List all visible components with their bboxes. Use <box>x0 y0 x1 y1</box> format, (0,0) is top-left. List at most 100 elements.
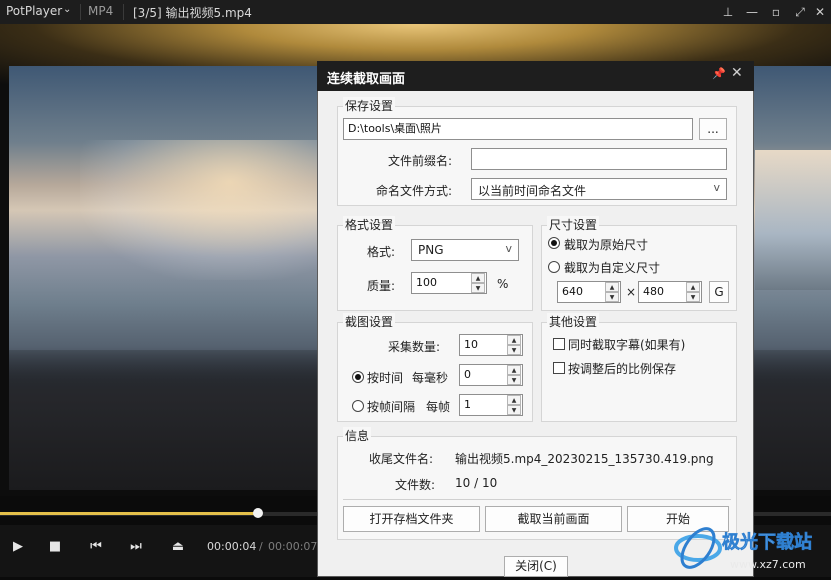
dialog-title: 连续截取画面 <box>327 72 406 87</box>
per-frame-label: 每帧 <box>426 400 451 414</box>
eject-icon[interactable]: ⏏ <box>160 530 196 564</box>
dialog-header[interactable]: 连续截取画面 📌 ✕ <box>317 61 754 91</box>
format-settings-group <box>337 225 533 311</box>
frame-spinner[interactable]: 1 ▲ ▼ <box>459 394 523 416</box>
ratio-checkbox[interactable] <box>553 362 565 374</box>
close-button[interactable]: 关闭(C) <box>504 556 568 577</box>
spin-down-icon[interactable]: ▼ <box>507 405 521 415</box>
player-titlebar: PotPlayer ⌄ MP4 [3/5] 输出视频5.mp4 ⊥ — ▫ ⤢ … <box>0 0 831 24</box>
spin-up-icon[interactable]: ▲ <box>507 365 521 375</box>
naming-select[interactable]: 以当前时间命名文件 v <box>471 178 727 200</box>
naming-value: 以当前时间命名文件 <box>478 184 587 198</box>
spin-up-icon[interactable]: ▲ <box>471 273 485 283</box>
total-time: 00:00:07 <box>268 540 318 553</box>
custom-size-label: 截取为自定义尺寸 <box>564 261 661 275</box>
close-icon[interactable]: ✕ <box>810 3 830 21</box>
format-select[interactable]: PNG v <box>411 239 519 261</box>
spin-down-icon[interactable]: ▼ <box>471 283 485 293</box>
save-settings-label: 保存设置 <box>343 97 396 114</box>
naming-label: 命名文件方式: <box>376 184 453 198</box>
format-settings-label: 格式设置 <box>343 216 396 233</box>
count-value: 10 <box>464 338 478 351</box>
divider <box>80 4 81 20</box>
other-settings-label: 其他设置 <box>547 313 600 330</box>
subtitle-label: 同时截取字幕(如果有) <box>568 338 686 352</box>
open-folder-button[interactable]: 打开存档文件夹 <box>343 506 480 532</box>
next-icon[interactable]: ⏭ <box>118 530 154 564</box>
by-frame-radio[interactable] <box>352 400 364 412</box>
spin-down-icon[interactable]: ▼ <box>507 345 521 355</box>
quality-label: 质量: <box>367 279 396 293</box>
quality-value: 100 <box>416 276 437 289</box>
width-spinner[interactable]: 640 ▲ ▼ <box>557 281 621 303</box>
spin-down-icon[interactable]: ▼ <box>507 375 521 385</box>
spin-up-icon[interactable]: ▲ <box>507 335 521 345</box>
spin-up-icon[interactable]: ▲ <box>507 395 521 405</box>
ms-spinner[interactable]: 0 ▲ ▼ <box>459 364 523 386</box>
original-size-label: 截取为原始尺寸 <box>564 238 649 252</box>
frame-value: 1 <box>464 398 471 411</box>
format-label: MP4 <box>88 4 114 18</box>
size-settings-label: 尺寸设置 <box>547 216 600 233</box>
watermark-logo: 极光下载站 www.xz7.com <box>670 520 830 576</box>
capture-current-button[interactable]: 截取当前画面 <box>485 506 622 532</box>
play-icon[interactable]: ▶ <box>0 530 36 564</box>
prefix-input[interactable] <box>471 148 727 170</box>
quality-unit: % <box>497 277 509 291</box>
last-file-value: 输出视频5.mp4_20230215_135730.419.png <box>455 452 714 466</box>
seek-handle[interactable] <box>253 508 263 518</box>
minimize-icon[interactable]: — <box>742 3 762 21</box>
current-time: 00:00:04 <box>207 540 257 553</box>
file-count-label: 文件数: <box>395 478 436 492</box>
custom-size-radio[interactable] <box>548 261 560 273</box>
prefix-label: 文件前缀名: <box>388 154 453 168</box>
save-path-input[interactable]: D:\tools\桌面\照片 <box>343 118 693 140</box>
divider <box>343 499 731 500</box>
height-value: 480 <box>643 285 664 298</box>
divider <box>123 4 124 20</box>
maximize-icon[interactable]: ⤢ <box>790 3 810 21</box>
times-sign: × <box>626 285 637 299</box>
spin-down-icon[interactable]: ▼ <box>605 292 619 302</box>
chevron-down-icon: v <box>505 242 512 255</box>
pin-icon[interactable]: ⊥ <box>718 3 738 21</box>
app-menu-brand[interactable]: PotPlayer <box>6 4 62 18</box>
count-spinner[interactable]: 10 ▲ ▼ <box>459 334 523 356</box>
subtitle-checkbox[interactable] <box>553 338 565 350</box>
restore-icon[interactable]: ▫ <box>766 3 786 21</box>
time-separator: / <box>259 540 263 553</box>
seek-progress <box>0 512 258 515</box>
quality-spinner[interactable]: 100 ▲ ▼ <box>411 272 487 294</box>
browse-button[interactable]: ... <box>699 118 727 140</box>
spin-down-icon[interactable]: ▼ <box>686 292 700 302</box>
by-time-radio[interactable] <box>352 371 364 383</box>
by-frame-label: 按帧间隔 <box>367 400 416 414</box>
by-time-label: 按时间 <box>367 371 404 385</box>
capture-settings-label: 截图设置 <box>343 313 396 330</box>
file-count-value: 10 / 10 <box>455 476 498 490</box>
ms-value: 0 <box>464 368 471 381</box>
stop-icon[interactable]: ■ <box>37 530 73 564</box>
chevron-down-icon: v <box>713 181 720 194</box>
previous-icon[interactable]: ⏮ <box>78 530 114 564</box>
format-label: 格式: <box>367 245 396 259</box>
last-file-label: 收尾文件名: <box>369 452 434 466</box>
height-spinner[interactable]: 480 ▲ ▼ <box>638 281 702 303</box>
width-value: 640 <box>562 285 583 298</box>
g-button[interactable]: G <box>709 281 729 303</box>
per-ms-label: 每毫秒 <box>412 371 449 385</box>
pin-icon[interactable]: 📌 <box>712 67 726 80</box>
info-label: 信息 <box>343 427 372 444</box>
spin-up-icon[interactable]: ▲ <box>686 282 700 292</box>
svg-text:极光下载站: 极光下载站 <box>722 531 812 553</box>
chevron-down-icon[interactable]: ⌄ <box>63 4 71 15</box>
fireworks-sparkle-right <box>755 150 831 290</box>
close-icon[interactable]: ✕ <box>731 65 743 81</box>
format-value: PNG <box>418 243 444 257</box>
window-title: [3/5] 输出视频5.mp4 <box>133 6 252 20</box>
ratio-label: 按调整后的比例保存 <box>568 362 677 376</box>
original-size-radio[interactable] <box>548 237 560 249</box>
spin-up-icon[interactable]: ▲ <box>605 282 619 292</box>
count-label: 采集数量: <box>388 340 441 354</box>
svg-text:www.xz7.com: www.xz7.com <box>730 558 806 571</box>
